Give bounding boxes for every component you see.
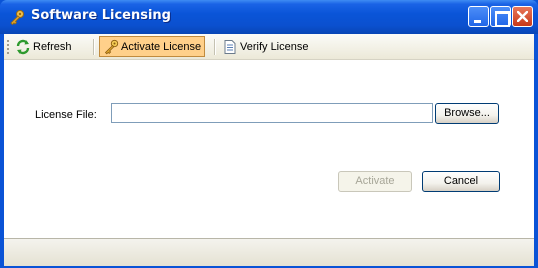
close-icon [517,11,528,22]
browse-button[interactable]: Browse... [435,103,499,124]
refresh-icon [15,39,31,55]
cancel-button[interactable]: Cancel [422,171,500,192]
key-icon [103,39,119,55]
title-bar[interactable]: Software Licensing [0,0,538,34]
activate-button[interactable]: Activate [338,171,412,192]
minimize-button[interactable] [468,6,489,27]
software-licensing-window: Software Licensing Refresh Activate Lice… [0,0,538,268]
verify-license-label: Verify License [240,41,309,53]
license-file-label: License File: [35,109,97,121]
maximize-button[interactable] [490,6,511,27]
toolbar: Refresh Activate License Verify License [4,34,534,60]
toolbar-separator [214,39,215,55]
client-area: Refresh Activate License Verify License … [4,34,534,266]
verify-license-button[interactable]: Verify License [219,37,311,57]
activate-license-label: Activate License [121,40,202,53]
toolbar-grip[interactable] [7,40,9,54]
license-file-input[interactable] [111,103,433,123]
activate-license-button[interactable]: Activate License [99,36,206,57]
window-title: Software Licensing [31,8,171,23]
key-icon [8,9,25,26]
document-icon [222,39,238,55]
close-button[interactable] [512,6,533,27]
toolbar-separator [93,39,94,55]
refresh-button[interactable]: Refresh [12,37,75,57]
status-bar [4,238,534,266]
refresh-label: Refresh [33,41,72,53]
